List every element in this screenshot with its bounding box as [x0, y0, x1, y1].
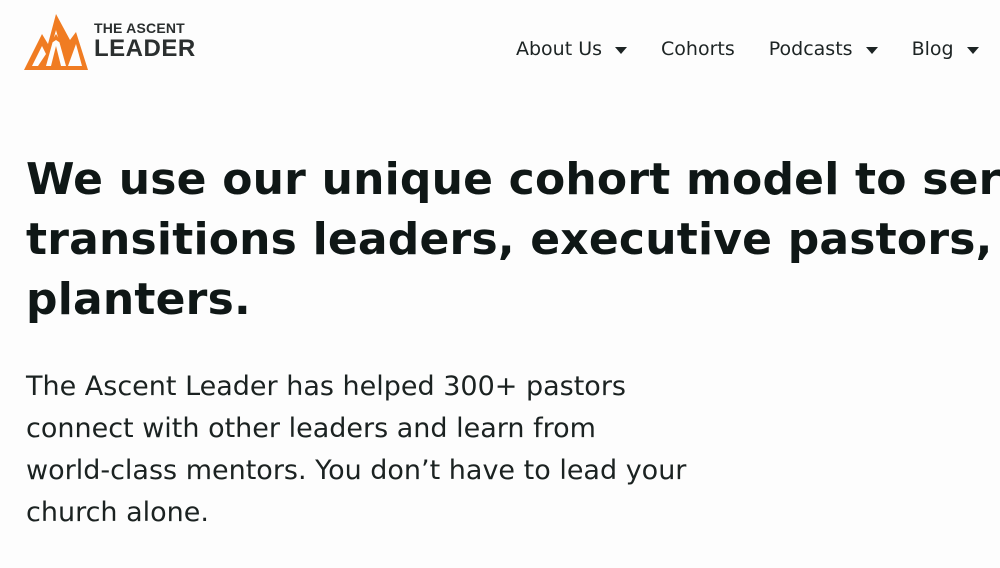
hero-heading-line: We use our unique cohort model to serve: [26, 154, 1000, 205]
mountain-logo-icon: [24, 14, 88, 70]
hero-description-line: world-class mentors. You don’t have to l…: [26, 455, 687, 486]
page: THE ASCENT LEADER About Us Cohorts Podca…: [0, 0, 1000, 568]
hero-heading: We use our unique cohort model to serve …: [26, 150, 1000, 330]
hero-description-line: The Ascent Leader has helped 300+ pastor…: [26, 371, 626, 402]
nav-item-cohorts[interactable]: Cohorts: [661, 38, 735, 60]
logo-line-2: LEADER: [94, 35, 196, 62]
hero-description-line: church alone.: [26, 497, 209, 528]
nav-item-blog[interactable]: Blog: [912, 38, 979, 60]
hero-description: The Ascent Leader has helped 300+ pastor…: [26, 366, 786, 534]
site-header: THE ASCENT LEADER About Us Cohorts Podca…: [0, 0, 1000, 100]
nav-item-label: Cohorts: [661, 38, 735, 60]
hero-heading-line: planters.: [26, 274, 251, 325]
caret-down-icon: [966, 46, 979, 54]
logo-line-1: THE ASCENT: [94, 20, 185, 36]
hero-description-line: connect with other leaders and learn fro…: [26, 413, 596, 444]
site-logo[interactable]: THE ASCENT LEADER: [24, 10, 196, 72]
nav-item-podcasts[interactable]: Podcasts: [769, 38, 878, 60]
caret-down-icon: [615, 46, 628, 54]
hero-heading-line: transitions leaders, executive pastors, …: [26, 214, 1000, 265]
main-nav: About Us Cohorts Podcasts Blog: [516, 38, 1000, 60]
nav-item-label: About Us: [516, 38, 603, 60]
logo-text: THE ASCENT LEADER: [94, 21, 196, 61]
nav-item-label: Blog: [911, 38, 954, 60]
nav-item-about-us[interactable]: About Us: [516, 38, 628, 60]
caret-down-icon: [865, 46, 878, 54]
nav-item-label: Podcasts: [768, 38, 853, 60]
